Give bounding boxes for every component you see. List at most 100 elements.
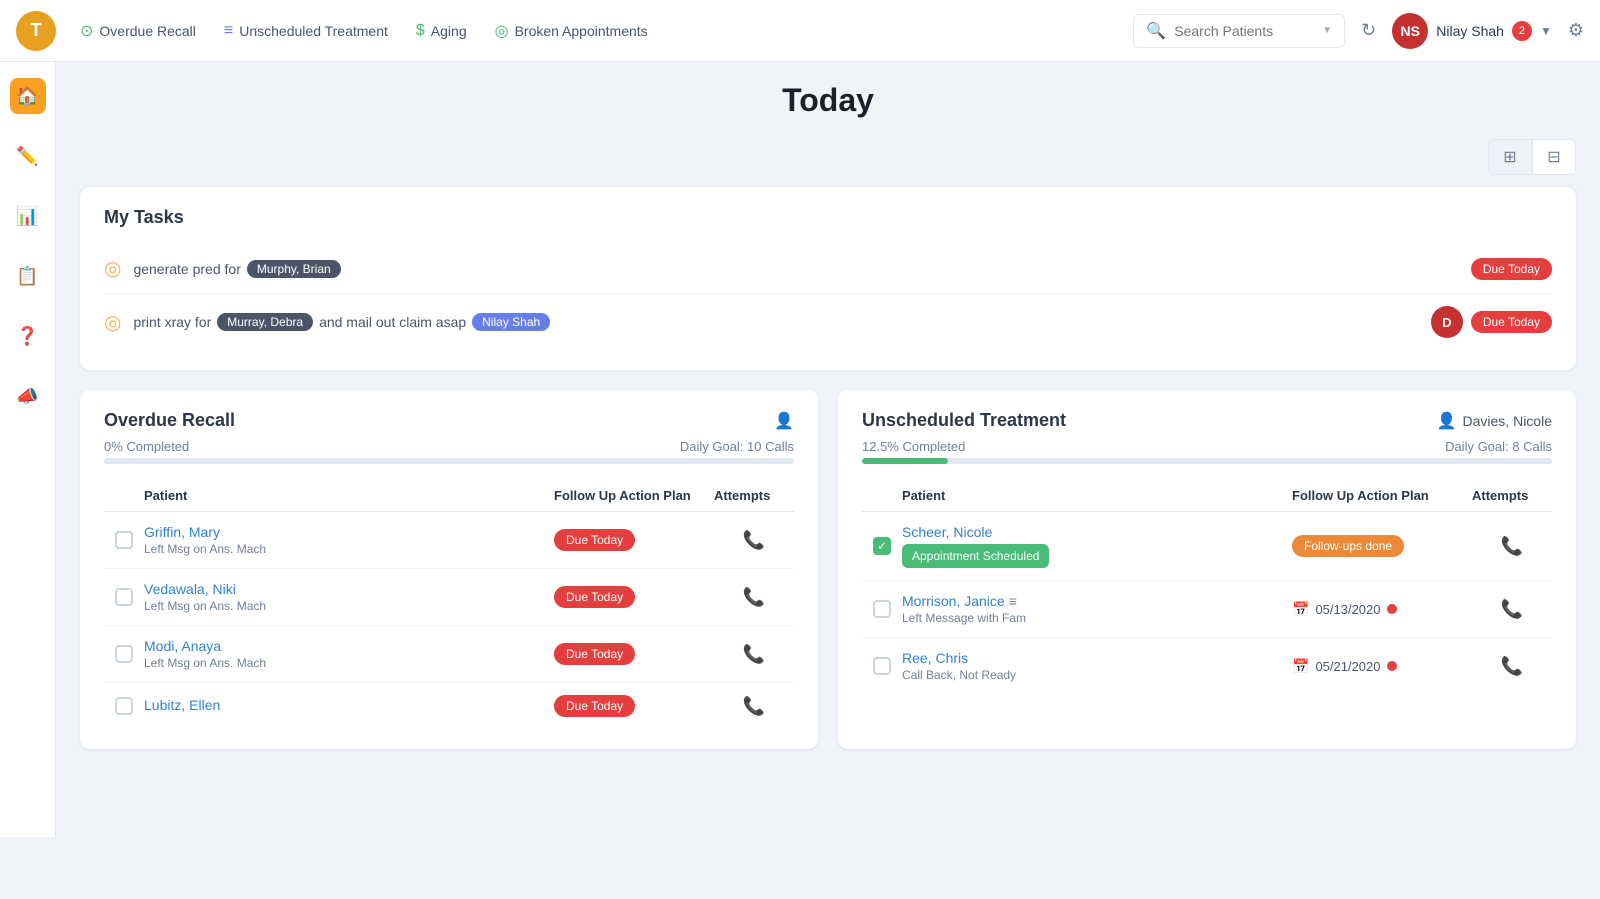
task-text: print xray for Murray, Debra and mail ou… — [133, 313, 1418, 331]
action-cell-ree: 📅 05/21/2020 — [1292, 658, 1472, 675]
nav-unscheduled-treatment[interactable]: ≡ Unscheduled Treatment — [224, 22, 388, 40]
overdue-daily-goal: Daily Goal: 10 Calls — [680, 439, 794, 454]
patient-sub-ree: Call Back, Not Ready — [902, 668, 1292, 682]
sidebar-item-announce[interactable]: 📣 — [10, 378, 46, 414]
row-checkbox-2[interactable] — [115, 588, 133, 606]
date-badge-morrison: 📅 05/13/2020 — [1292, 601, 1472, 618]
row-checkbox-1[interactable] — [115, 531, 133, 549]
patient-name-scheer[interactable]: Scheer, Nicole — [902, 524, 1292, 540]
user-name: Nilay Shah — [1436, 23, 1504, 39]
search-box[interactable]: 🔍 ▼ — [1133, 14, 1345, 48]
chevron-down-icon: ▼ — [1322, 25, 1332, 36]
page-title: Today — [80, 82, 1576, 119]
overdue-person: 👤 — [774, 411, 794, 431]
user-area[interactable]: NS Nilay Shah 2 ▼ — [1392, 13, 1552, 49]
task-row: ◎ generate pred for Murphy, Brian Due To… — [104, 244, 1552, 294]
patient-sub-morrison: Left Message with Fam — [902, 611, 1292, 625]
avatar: NS — [1392, 13, 1428, 49]
sidebar: 🏠 ✏️ 📊 📋 ❓ 📣 — [0, 62, 56, 837]
nav-overdue-recall[interactable]: ⊙ Overdue Recall — [80, 21, 196, 41]
patient-chip-murray[interactable]: Murray, Debra — [217, 313, 313, 331]
task-prefix-2: print xray for — [133, 314, 211, 330]
nav-aging[interactable]: $ Aging — [416, 22, 467, 40]
overdue-table-header: Patient Follow Up Action Plan Attempts — [104, 480, 794, 512]
table-row: Lubitz, Ellen Due Today 📞 — [104, 683, 794, 729]
logo[interactable]: T — [16, 11, 56, 51]
patient-cell-4: Lubitz, Ellen — [144, 697, 554, 715]
table-row: ✓ Scheer, Nicole Appointment Scheduled F… — [862, 512, 1552, 581]
red-dot-morrison — [1387, 604, 1397, 614]
red-dot-ree — [1387, 661, 1397, 671]
list-icon-morrison: ≡ — [1009, 593, 1017, 609]
unscheduled-progress-row: 12.5% Completed Daily Goal: 8 Calls — [862, 439, 1552, 454]
due-today-badge-1: Due Today — [1471, 258, 1552, 280]
nav-items: ⊙ Overdue Recall ≡ Unscheduled Treatment… — [80, 21, 1133, 41]
unscheduled-person: 👤 Davies, Nicole — [1437, 411, 1552, 431]
patient-name-griffin[interactable]: Griffin, Mary — [144, 524, 554, 540]
col-attempts: Attempts — [1472, 488, 1552, 503]
phone-icon[interactable]: 📞 — [1501, 599, 1523, 620]
unscheduled-table-header: Patient Follow Up Action Plan Attempts — [862, 480, 1552, 512]
phone-icon[interactable]: 📞 — [743, 530, 765, 551]
assigned-person-name: Davies, Nicole — [1463, 413, 1552, 429]
action-cell-scheer: Follow-ups done — [1292, 535, 1472, 557]
patient-name-modi[interactable]: Modi, Anaya — [144, 638, 554, 654]
overdue-progress-row: 0% Completed Daily Goal: 10 Calls — [104, 439, 794, 454]
sidebar-item-edit[interactable]: ✏️ — [10, 138, 46, 174]
row-checkbox-morrison[interactable] — [873, 600, 891, 618]
sidebar-item-home[interactable]: 🏠 — [10, 78, 46, 114]
phone-icon[interactable]: 📞 — [743, 587, 765, 608]
appt-badge-scheer: Appointment Scheduled — [902, 544, 1049, 568]
task-assignee-avatar: D — [1431, 306, 1463, 338]
table-row: Ree, Chris Call Back, Not Ready 📅 05/21/… — [862, 638, 1552, 694]
task-check-icon[interactable]: ◎ — [104, 310, 121, 335]
patient-chip-murphy[interactable]: Murphy, Brian — [247, 260, 341, 278]
col-attempts: Attempts — [714, 488, 794, 503]
row-checkbox-4[interactable] — [115, 697, 133, 715]
patient-cell-ree: Ree, Chris Call Back, Not Ready — [902, 650, 1292, 682]
sidebar-item-list[interactable]: 📋 — [10, 258, 46, 294]
sidebar-item-help[interactable]: ❓ — [10, 318, 46, 354]
patient-name-vedawala[interactable]: Vedawala, Niki — [144, 581, 554, 597]
search-input[interactable] — [1174, 23, 1314, 39]
phone-icon[interactable]: 📞 — [1501, 656, 1523, 677]
patient-cell-3: Modi, Anaya Left Msg on Ans. Mach — [144, 638, 554, 670]
clock-icon: ⊙ — [80, 21, 93, 41]
top-nav: T ⊙ Overdue Recall ≡ Unscheduled Treatme… — [0, 0, 1600, 62]
refresh-icon[interactable]: ↻ — [1361, 20, 1376, 41]
phone-icon[interactable]: 📞 — [1501, 536, 1523, 557]
user-chevron-icon[interactable]: ▼ — [1540, 24, 1552, 38]
overdue-recall-panel: Overdue Recall 👤 0% Completed Daily Goal… — [80, 390, 818, 749]
patient-cell-morrison: Morrison, Janice ≡ Left Message with Fam — [902, 593, 1292, 625]
phone-icon[interactable]: 📞 — [743, 696, 765, 717]
row-checkbox-scheer[interactable]: ✓ — [873, 537, 891, 555]
patient-name-ree[interactable]: Ree, Chris — [902, 650, 1292, 666]
table-row: Vedawala, Niki Left Msg on Ans. Mach Due… — [104, 569, 794, 626]
action-cell-morrison: 📅 05/13/2020 — [1292, 601, 1472, 618]
patient-chip-nilay[interactable]: Nilay Shah — [472, 313, 550, 331]
action-cell-1: Due Today — [554, 529, 714, 551]
sidebar-item-chart[interactable]: 📊 — [10, 198, 46, 234]
row-checkbox-3[interactable] — [115, 645, 133, 663]
due-today-badge: Due Today — [554, 529, 635, 551]
panels: Overdue Recall 👤 0% Completed Daily Goal… — [80, 390, 1576, 749]
due-today-badge: Due Today — [554, 643, 635, 665]
task-check-icon[interactable]: ◎ — [104, 256, 121, 281]
phone-icon[interactable]: 📞 — [743, 644, 765, 665]
grid-icon: ⊞ — [1503, 147, 1516, 167]
col-patient: Patient — [902, 488, 1292, 503]
unscheduled-panel-header: Unscheduled Treatment 👤 Davies, Nicole — [862, 410, 1552, 431]
nav-broken-appointments[interactable]: ◎ Broken Appointments — [495, 21, 648, 41]
date-badge-ree: 📅 05/21/2020 — [1292, 658, 1472, 675]
patient-name-lubitz[interactable]: Lubitz, Ellen — [144, 697, 554, 713]
split-view-button[interactable]: ⊟ — [1532, 139, 1576, 175]
row-checkbox-ree[interactable] — [873, 657, 891, 675]
patient-name-morrison[interactable]: Morrison, Janice — [902, 593, 1005, 609]
overdue-progress-bar-bg — [104, 458, 794, 464]
gear-icon[interactable]: ⚙ — [1568, 20, 1584, 41]
view-toggle: ⊞ ⊟ — [80, 139, 1576, 175]
person-icon: 👤 — [1437, 411, 1457, 431]
grid-view-button[interactable]: ⊞ — [1488, 139, 1532, 175]
unscheduled-treatment-title: Unscheduled Treatment — [862, 410, 1066, 431]
patient-cell-2: Vedawala, Niki Left Msg on Ans. Mach — [144, 581, 554, 613]
